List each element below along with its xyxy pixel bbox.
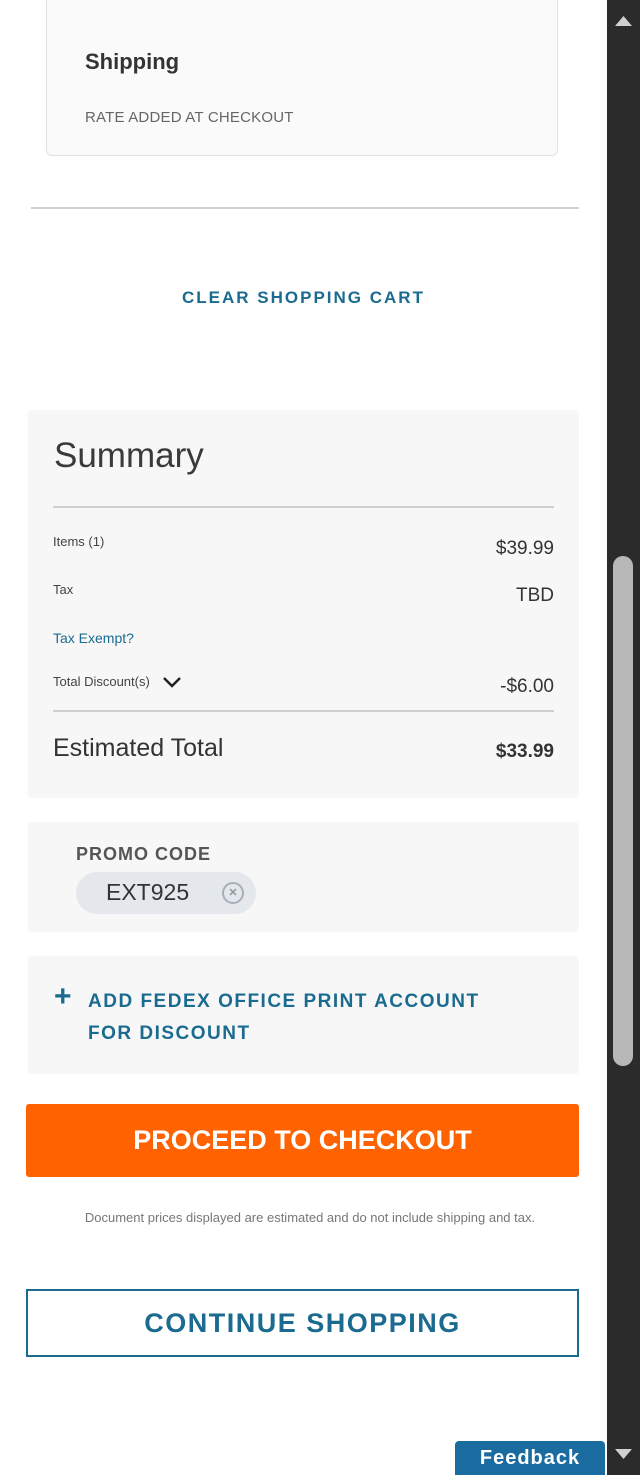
promo-code-label: PROMO CODE xyxy=(76,844,212,864)
price-disclaimer: Document prices displayed are estimated … xyxy=(84,1210,536,1225)
continue-shopping-button[interactable]: CONTINUE SHOPPING xyxy=(26,1289,579,1357)
plus-icon: + xyxy=(54,980,72,1013)
items-label: Items (1) xyxy=(53,534,105,549)
order-summary: Summary Items (1) $39.99 Tax TBD Tax Exe… xyxy=(28,410,579,798)
remove-promo-icon[interactable]: ✕ xyxy=(222,882,244,904)
scroll-down-arrow-icon[interactable] xyxy=(607,1435,640,1475)
items-value: $39.99 xyxy=(495,538,554,559)
scroll-up-arrow-icon[interactable] xyxy=(607,0,640,40)
promo-code-chip: EXT925 ✕ xyxy=(76,872,256,914)
scrollbar-thumb[interactable] xyxy=(613,556,633,1066)
clear-cart-link[interactable]: CLEAR SHOPPING CART xyxy=(0,288,607,308)
add-print-account-link[interactable]: ADD FEDEX OFFICE PRINT ACCOUNT FOR DISCO… xyxy=(88,986,528,1050)
summary-divider xyxy=(53,506,554,508)
cart-page: Shipping RATE ADDED AT CHECKOUT CLEAR SH… xyxy=(0,0,607,1475)
shipping-title: Shipping xyxy=(85,49,180,74)
promo-code-value: EXT925 xyxy=(106,879,190,905)
divider xyxy=(31,207,579,209)
total-discounts-toggle[interactable]: Total Discount(s) xyxy=(53,674,182,689)
promo-code-section: PROMO CODE EXT925 ✕ xyxy=(28,822,579,932)
summary-divider xyxy=(53,710,554,712)
tax-exempt-link[interactable]: Tax Exempt? xyxy=(53,630,134,646)
discount-value: -$6.00 xyxy=(500,676,554,697)
discount-label: Total Discount(s) xyxy=(53,674,150,689)
scrollbar[interactable] xyxy=(607,0,640,1475)
shipping-icon xyxy=(91,0,141,5)
shipping-card: Shipping RATE ADDED AT CHECKOUT xyxy=(46,0,558,156)
add-print-account-section[interactable]: + ADD FEDEX OFFICE PRINT ACCOUNT FOR DIS… xyxy=(28,956,579,1074)
tax-label: Tax xyxy=(53,582,74,597)
estimated-total-label: Estimated Total xyxy=(53,734,224,762)
tax-value: TBD xyxy=(516,585,554,606)
shipping-rate-text: RATE ADDED AT CHECKOUT xyxy=(85,109,294,126)
estimated-total-value: $33.99 xyxy=(495,741,554,762)
chevron-down-icon xyxy=(162,676,181,688)
summary-title: Summary xyxy=(54,436,204,475)
proceed-to-checkout-button[interactable]: PROCEED TO CHECKOUT xyxy=(26,1104,579,1177)
feedback-button[interactable]: Feedback xyxy=(455,1441,605,1475)
